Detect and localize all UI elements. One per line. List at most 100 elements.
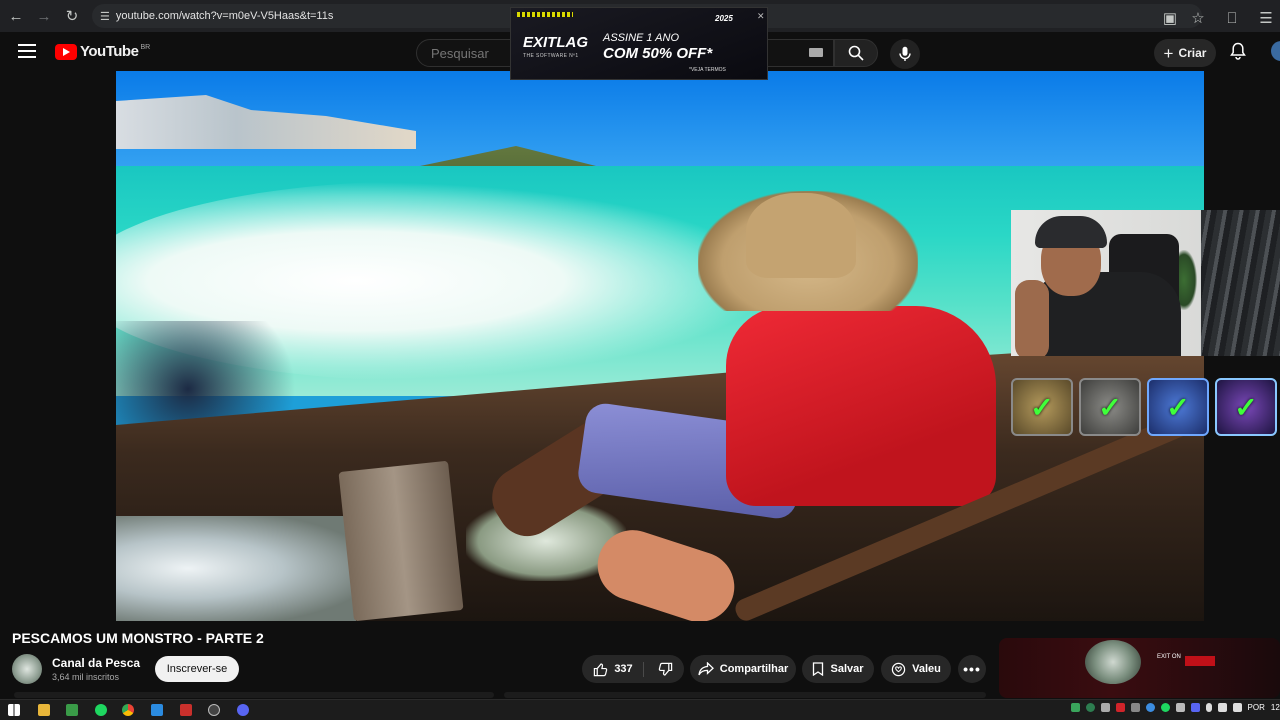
search-icon: [848, 45, 864, 61]
ad-terms: *VEJA TERMOS: [689, 67, 726, 73]
install-app-icon[interactable]: ▣: [1156, 4, 1184, 32]
sidebar-ad-text: EXIT ON: [1157, 654, 1181, 660]
tray-icon-5[interactable]: [1130, 703, 1140, 712]
thanks-label: Valeu: [912, 663, 941, 675]
extensions-icon[interactable]: ⎕: [1218, 4, 1246, 32]
vscode-icon[interactable]: [151, 704, 163, 716]
discord-icon[interactable]: [237, 704, 249, 716]
comments-box-edge: [504, 692, 986, 698]
share-label: Compartilhar: [719, 663, 789, 675]
notifications-button[interactable]: [1230, 42, 1246, 65]
search-input[interactable]: [429, 45, 509, 62]
checkmark-icon: ✓: [1030, 391, 1054, 423]
badge-ice: ✓: [1147, 378, 1209, 436]
subscribe-button[interactable]: Inscrever-se: [155, 656, 239, 682]
webcam-curtain: [1201, 210, 1280, 356]
super-thanks-icon: [891, 662, 906, 676]
bell-icon: [1230, 42, 1246, 60]
search-button[interactable]: [834, 39, 878, 67]
like-count: 337: [614, 663, 633, 675]
obs-icon[interactable]: [208, 704, 220, 716]
microphone-icon: [899, 46, 911, 61]
ad-line-1: ASSINE 1 ANO: [603, 32, 680, 44]
windows-taskbar: POR 12:: [0, 699, 1280, 720]
site-settings-icon[interactable]: ☰: [100, 10, 110, 23]
tray-icon-4[interactable]: [1115, 703, 1125, 712]
like-button[interactable]: 337: [593, 661, 644, 677]
logo-text: YouTube: [80, 43, 139, 60]
channel-avatar[interactable]: [12, 654, 42, 684]
video-straw-hat-crown: [746, 193, 856, 278]
badge-cosmic: ✓: [1215, 378, 1277, 436]
tray-icon-2[interactable]: [1085, 703, 1095, 712]
forward-icon[interactable]: →: [30, 2, 58, 30]
streamer-webcam: [1011, 210, 1280, 356]
video-red-shirt: [726, 306, 996, 506]
file-explorer-icon[interactable]: [38, 704, 50, 716]
youtube-logo[interactable]: YouTube BR: [55, 43, 150, 60]
like-dislike-group: 337: [582, 655, 684, 683]
menu-icon[interactable]: [18, 44, 36, 60]
back-icon[interactable]: ←: [2, 2, 30, 30]
app-icon-green[interactable]: [66, 704, 78, 716]
thumbs-down-icon: [658, 662, 672, 676]
checkmark-icon: ✓: [1098, 391, 1122, 423]
bookmark-icon: [813, 662, 824, 676]
share-button[interactable]: Compartilhar: [690, 655, 796, 683]
sidebar-ad-thumbnail: [1085, 640, 1141, 684]
app-icon-red[interactable]: [180, 704, 192, 716]
badge-stone: ✓: [1079, 378, 1141, 436]
clock[interactable]: 12:: [1271, 703, 1280, 712]
tray-icon-6[interactable]: [1145, 703, 1155, 712]
volume-icon[interactable]: [1232, 703, 1242, 712]
webcam-person-cap: [1035, 216, 1107, 248]
subscriber-count: 3,64 mil inscritos: [52, 672, 120, 682]
spotify-icon[interactable]: [95, 704, 107, 716]
description-box-edge: [14, 692, 494, 698]
url-text: youtube.com/watch?v=m0eV-V5Haas&t=11s: [115, 10, 334, 22]
channel-name[interactable]: Canal da Pesca: [52, 656, 140, 670]
create-button[interactable]: + Criar: [1154, 39, 1216, 67]
more-actions-button[interactable]: •••: [958, 655, 986, 683]
video-fish-pile: [116, 516, 356, 621]
sidebar-ad[interactable]: EXIT ON: [999, 638, 1280, 698]
exitlag-ad-banner[interactable]: EXITLAG THE SOFTWARE Nº1 ASSINE 1 ANO CO…: [510, 7, 768, 80]
webcam-person-arm: [1015, 280, 1049, 356]
microphone-tray-icon[interactable]: [1205, 703, 1212, 712]
tray-icon-8[interactable]: [1175, 703, 1185, 712]
language-indicator[interactable]: POR: [1248, 703, 1265, 712]
more-horizontal-icon: •••: [963, 661, 981, 677]
tray-icon-7[interactable]: [1160, 703, 1170, 712]
youtube-play-icon: [55, 43, 77, 60]
achievement-badges: ✓ ✓ ✓ ✓: [1011, 378, 1280, 438]
video-plank: [338, 460, 464, 621]
ad-close-icon[interactable]: ✕: [757, 11, 765, 22]
ad-line-2: COM 50% OFF*: [603, 45, 713, 62]
share-icon: [698, 662, 714, 676]
tray-icon-9[interactable]: [1190, 703, 1200, 712]
windows-start-icon[interactable]: [8, 704, 20, 716]
keyboard-icon[interactable]: [809, 48, 823, 57]
badge-earth: ✓: [1011, 378, 1073, 436]
thanks-button[interactable]: Valeu: [881, 655, 951, 683]
voice-search-button[interactable]: [890, 39, 920, 69]
tray-icon-3[interactable]: [1100, 703, 1110, 712]
country-code: BR: [140, 44, 151, 51]
bookmark-star-icon[interactable]: ☆: [1184, 4, 1212, 32]
ad-brand-sub: THE SOFTWARE Nº1: [523, 53, 579, 59]
ad-brand: EXITLAG: [523, 34, 589, 51]
thumbs-up-icon: [594, 662, 608, 676]
reload-icon[interactable]: ↻: [58, 2, 86, 30]
sidebar-ad-red-tag: [1185, 656, 1215, 666]
plus-icon: +: [1163, 43, 1174, 63]
tray-icon-1[interactable]: [1070, 703, 1080, 712]
chrome-icon[interactable]: [122, 704, 134, 716]
save-label: Salvar: [830, 663, 864, 675]
account-avatar[interactable]: [1271, 41, 1280, 61]
dislike-button[interactable]: [650, 662, 673, 677]
save-button[interactable]: Salvar: [802, 655, 874, 683]
network-icon[interactable]: [1217, 703, 1227, 712]
tab-search-icon[interactable]: ☰: [1252, 4, 1280, 32]
ad-stripe: [517, 12, 573, 17]
ad-year-badge: 2025: [715, 14, 733, 23]
